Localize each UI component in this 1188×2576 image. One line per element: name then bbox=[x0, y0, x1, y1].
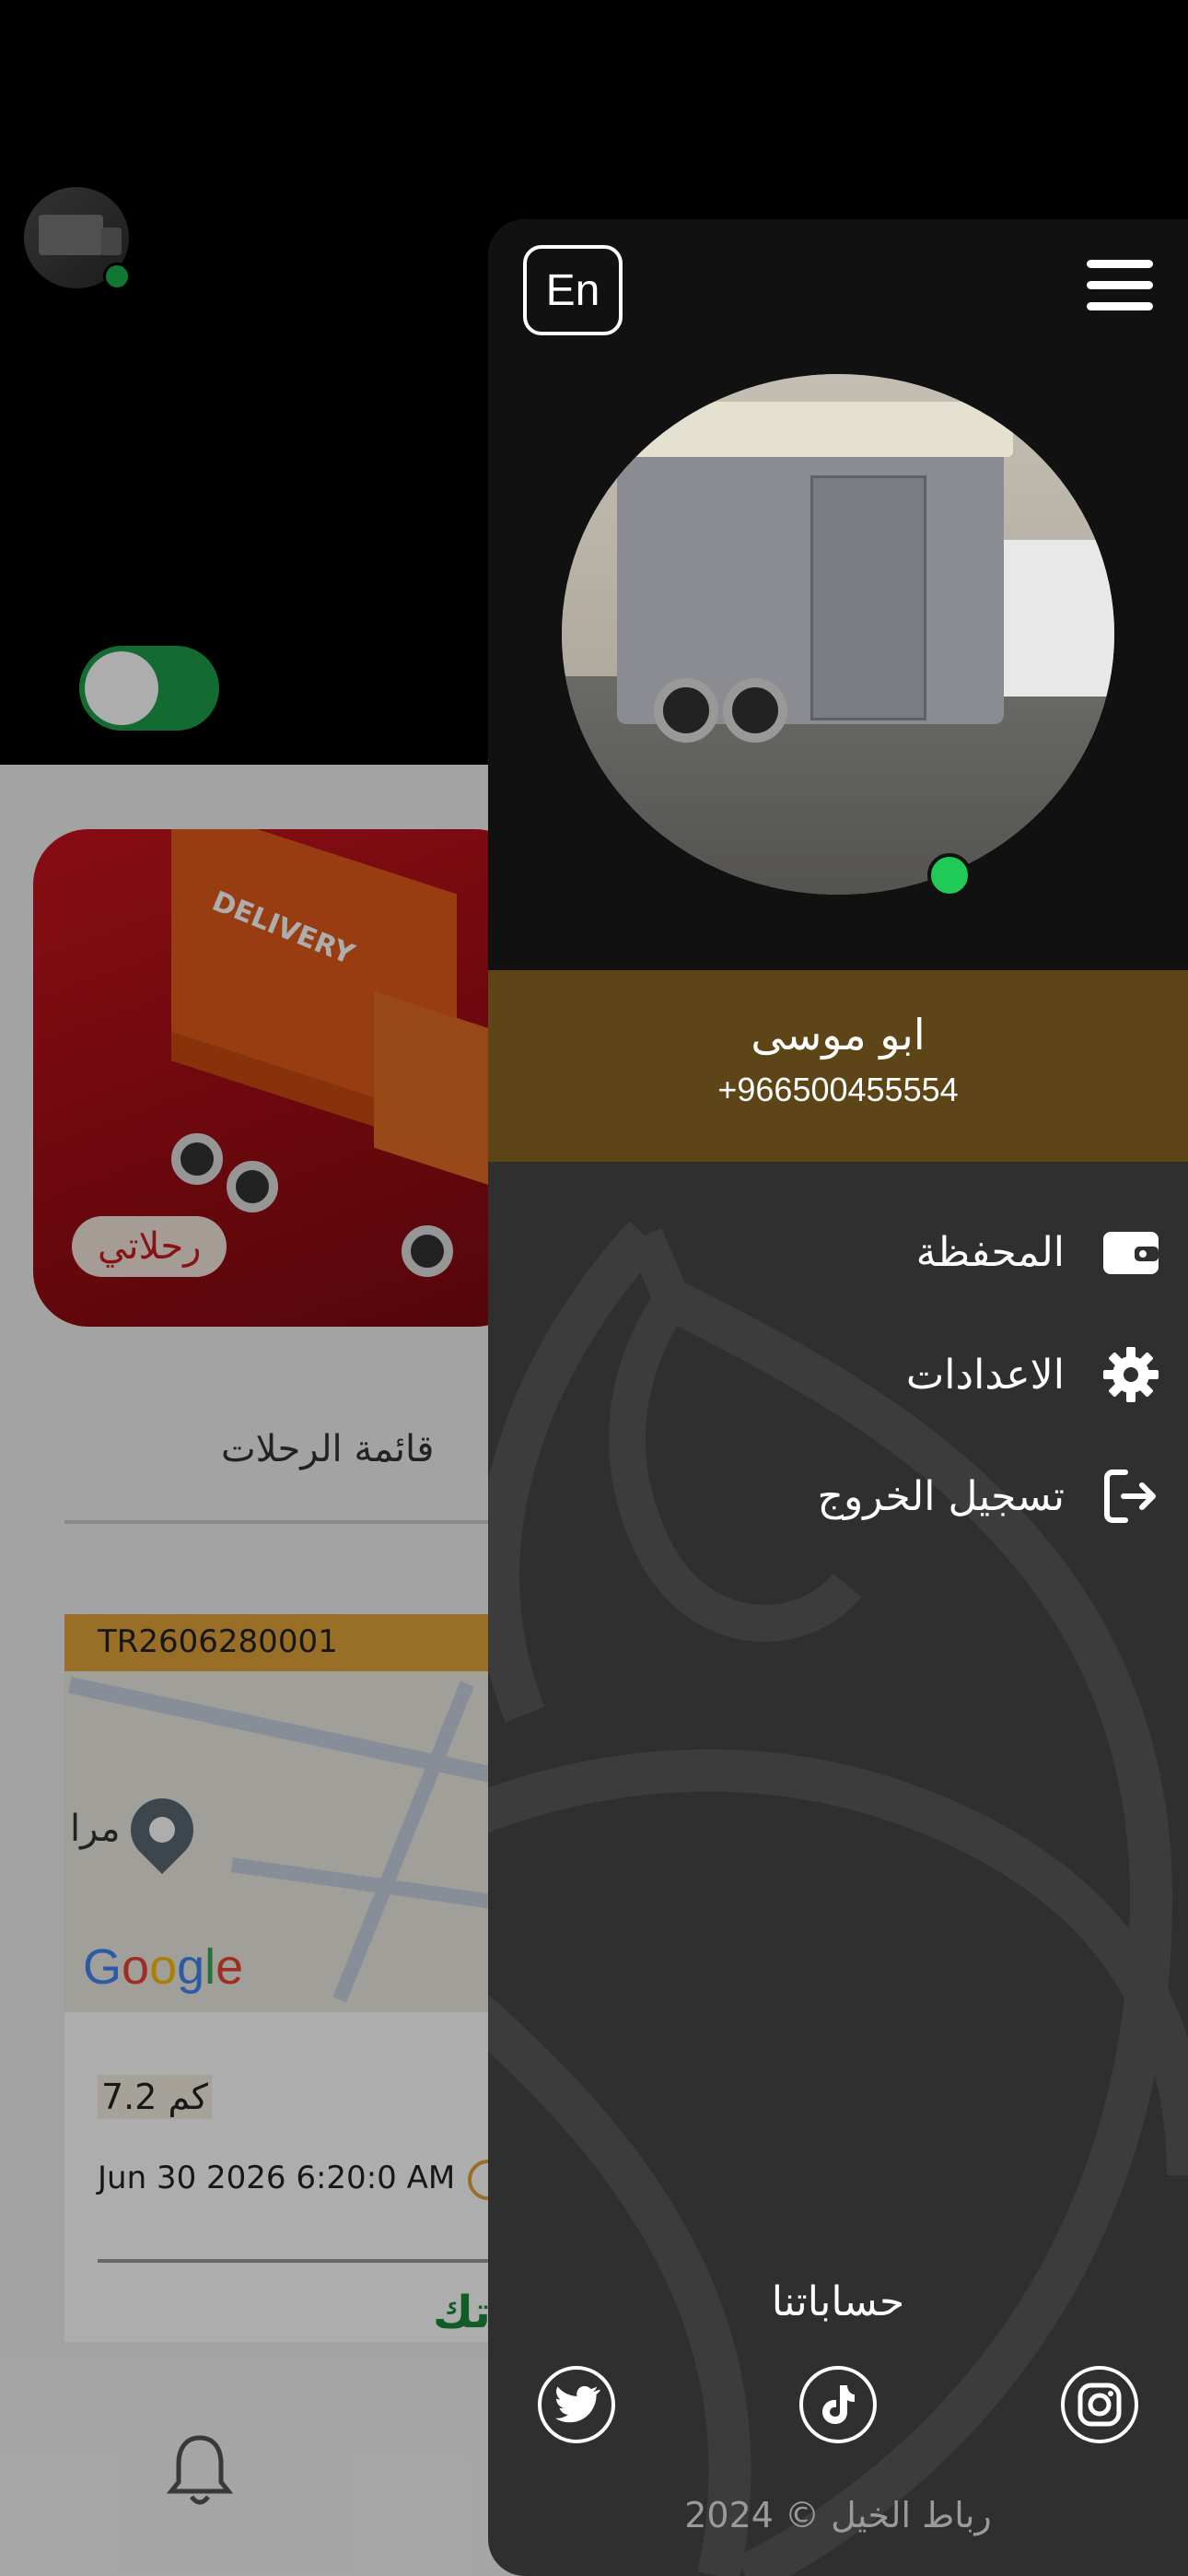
twitter-icon[interactable] bbox=[538, 2366, 615, 2443]
menu-item-logout[interactable]: تسجيل الخروج bbox=[818, 1459, 1160, 1533]
copyright-year: 2024 bbox=[684, 2495, 774, 2535]
wallet-icon bbox=[1101, 1223, 1160, 1282]
photo-wheel bbox=[723, 678, 787, 743]
photo-trailer-roof bbox=[617, 402, 1013, 457]
copyright-owner: رباط الخيل bbox=[831, 2495, 992, 2535]
photo-trailer-door bbox=[810, 475, 926, 720]
user-info-band bbox=[488, 970, 1188, 1162]
menu-item-settings[interactable]: الاعدادات bbox=[906, 1338, 1160, 1411]
language-button[interactable]: En bbox=[523, 245, 623, 335]
user-phone: +966500455554 bbox=[717, 1071, 959, 1108]
online-status-dot bbox=[927, 853, 972, 897]
copyright-symbol: © bbox=[785, 2495, 821, 2535]
menu-item-label: تسجيل الخروج bbox=[817, 1472, 1065, 1520]
photo-wheel bbox=[654, 678, 718, 743]
copyright: 2024 © رباط الخيل bbox=[488, 2495, 1188, 2535]
menu-item-wallet[interactable]: المحفظة bbox=[916, 1215, 1160, 1289]
socials-title: حساباتنا bbox=[771, 2278, 905, 2325]
logout-icon bbox=[1101, 1467, 1160, 1526]
instagram-icon[interactable] bbox=[1061, 2366, 1138, 2443]
menu-item-label: الاعدادات bbox=[905, 1351, 1065, 1399]
hamburger-menu-icon[interactable] bbox=[1087, 260, 1153, 315]
menu-item-label: المحفظة bbox=[915, 1228, 1065, 1276]
profile-photo bbox=[562, 374, 1114, 895]
user-name: ابو موسى bbox=[751, 1010, 926, 1060]
tiktok-icon[interactable] bbox=[799, 2366, 877, 2443]
side-drawer: En ابو موسى +966500455554 المحفظة الاعدا… bbox=[488, 219, 1188, 2576]
gear-icon bbox=[1101, 1345, 1160, 1404]
